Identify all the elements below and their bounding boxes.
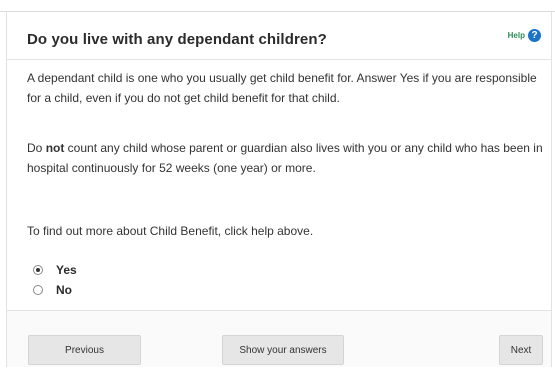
question-header: Do you live with any dependant children?… (7, 12, 551, 60)
question-title: Do you live with any dependant children? (27, 31, 327, 48)
help-link[interactable]: Help ? (508, 29, 541, 42)
option-yes[interactable]: Yes (33, 260, 77, 280)
exclusion-note: Do not count any child whose parent or g… (27, 138, 547, 178)
option-no[interactable]: No (33, 280, 77, 300)
dependant-child-definition: A dependant child is one who you usually… (27, 71, 537, 105)
exclusion-note-rest: count any child whose parent or guardian… (27, 141, 543, 175)
radio-yes[interactable] (33, 265, 43, 275)
answer-options: Yes No (33, 260, 77, 300)
show-answers-button[interactable]: Show your answers (222, 335, 344, 365)
help-instruction: To find out more about Child Benefit, cl… (27, 224, 314, 238)
exclusion-note-emphasis: not (45, 141, 65, 155)
question-panel: Do you live with any dependant children?… (6, 12, 552, 367)
exclusion-note-start: Do (27, 141, 46, 155)
option-no-label[interactable]: No (56, 283, 72, 297)
option-yes-label[interactable]: Yes (56, 263, 77, 277)
help-label[interactable]: Help (508, 31, 525, 40)
top-divider (0, 0, 555, 12)
navigation-footer: Previous Show your answers Next (7, 310, 551, 367)
next-button[interactable]: Next (499, 335, 543, 365)
previous-button[interactable]: Previous (28, 335, 141, 365)
radio-no[interactable] (33, 285, 43, 295)
help-icon[interactable]: ? (528, 29, 541, 42)
